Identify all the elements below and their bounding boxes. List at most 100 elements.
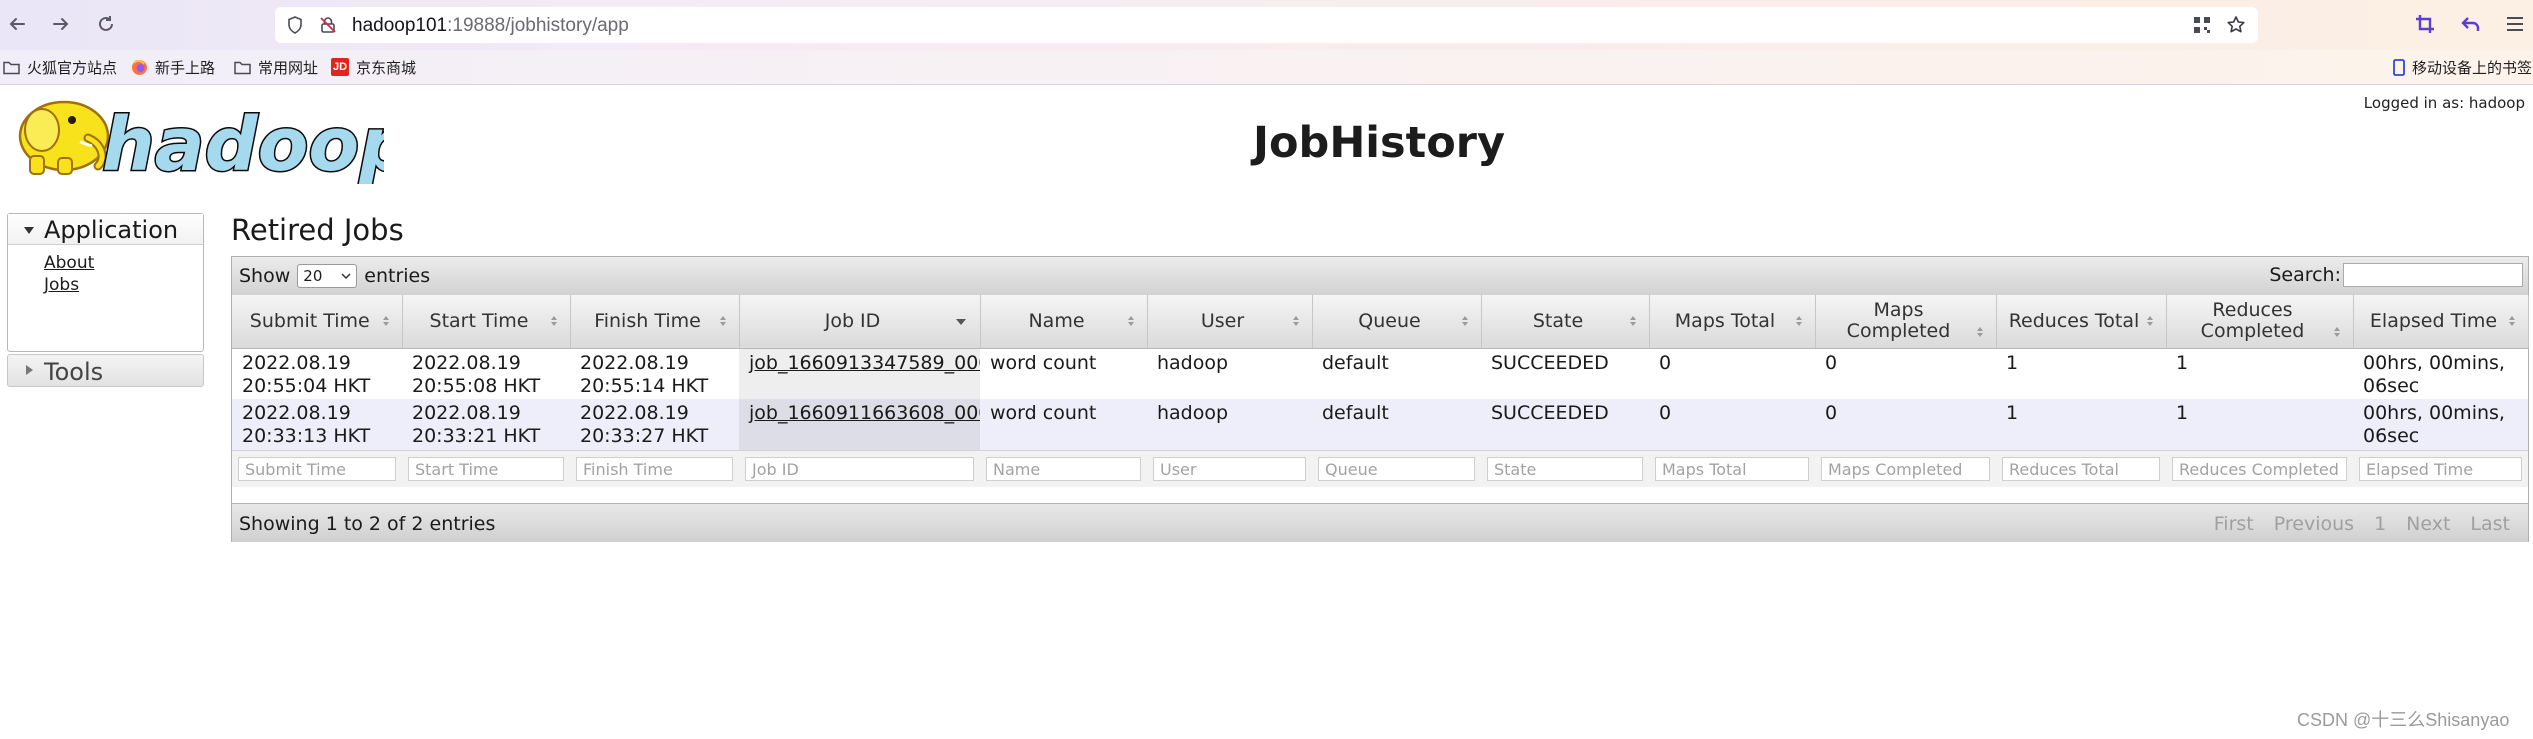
filter-cell: Elapsed Time (2353, 449, 2528, 487)
filter-state[interactable]: State (1487, 456, 1643, 481)
first-page-button[interactable]: First (2214, 513, 2254, 535)
address-bar[interactable]: hadoop101:19888/jobhistory/app (275, 7, 2258, 43)
menu-icon[interactable] (2502, 11, 2528, 37)
sort-both-icon (382, 316, 390, 327)
search-input[interactable] (2343, 263, 2523, 287)
page-length-select[interactable]: 20 (297, 264, 358, 288)
column-header-maps-total[interactable]: Maps Total (1649, 295, 1816, 349)
chevron-down-icon (341, 272, 351, 279)
filter-submit-time[interactable]: Submit Time (238, 456, 396, 481)
filter-cell: Reduces Completed (2166, 449, 2353, 487)
bookmark-item[interactable]: 火狐官方站点 (3, 56, 117, 78)
filter-elapsed-time[interactable]: Elapsed Time (2359, 456, 2522, 481)
column-header-reduces-total[interactable]: Reduces Total (1996, 295, 2167, 349)
jobs-table: Submit Time Start Time Finish Time Job I… (232, 295, 2529, 487)
entries-label: entries (364, 265, 431, 287)
finish-clock: 20:55:14 HKT (580, 374, 709, 397)
mobile-device-icon (2393, 58, 2405, 76)
queue-cell: default (1312, 399, 1481, 450)
sort-both-icon (550, 316, 558, 327)
filter-finish-time[interactable]: Finish Time (576, 456, 733, 481)
forward-icon[interactable] (48, 11, 74, 37)
column-header-user[interactable]: User (1147, 295, 1313, 349)
reduces-completed-cell: 1 (2166, 348, 2353, 399)
sort-both-icon (1461, 316, 1469, 327)
filter-start-time[interactable]: Start Time (408, 456, 564, 481)
bookmark-item[interactable]: 新手上路 (131, 56, 215, 78)
job-id-link[interactable]: job_1660911663608_0003 (749, 402, 980, 424)
column-header-queue[interactable]: Queue (1312, 295, 1482, 349)
tools-header[interactable]: Tools (7, 354, 204, 387)
finish-time-cell: 2022.08.19 20:33:27 HKT (570, 399, 739, 450)
hadoop-logo[interactable]: hadoop (8, 94, 414, 190)
bookmark-item[interactable]: 常用网址 (234, 56, 318, 78)
column-label: Name (1028, 309, 1085, 332)
column-header-reduces-completed[interactable]: Reduces Completed (2166, 295, 2354, 349)
search-label: Search: (2269, 264, 2341, 286)
insecure-lock-icon[interactable] (318, 15, 338, 35)
next-page-button[interactable]: Next (2406, 513, 2450, 535)
column-label: Start Time (429, 309, 529, 332)
reload-icon[interactable] (93, 11, 119, 37)
finish-date: 2022.08.19 (580, 402, 689, 424)
filter-reduces-total[interactable]: Reduces Total (2002, 456, 2160, 481)
application-label: Application (44, 216, 179, 244)
tools-label: Tools (44, 358, 104, 386)
filter-maps-completed[interactable]: Maps Completed (1821, 456, 1990, 481)
back-icon[interactable] (4, 11, 30, 37)
elapsed-time-cell: 00hrs, 00mins, 06sec (2353, 399, 2528, 450)
about-link[interactable]: About (44, 252, 94, 274)
filter-name[interactable]: Name (986, 456, 1141, 481)
undo-icon[interactable] (2458, 11, 2484, 37)
show-label: Show (239, 265, 291, 287)
column-header-submit-time[interactable]: Submit Time (232, 295, 403, 349)
table-row: 2022.08.19 20:55:04 HKT 2022.08.19 20:55:0… (232, 348, 2528, 399)
page-length-control: Show 20 entries (239, 264, 430, 288)
url-text[interactable]: hadoop101:19888/jobhistory/app (352, 15, 629, 37)
submit-clock: 20:55:04 HKT (242, 374, 371, 397)
sort-desc-icon (955, 319, 966, 325)
shield-icon[interactable] (285, 15, 305, 35)
sort-both-icon (1629, 316, 1637, 327)
finish-date: 2022.08.19 (580, 351, 689, 374)
bookmark-star-icon[interactable] (2226, 15, 2246, 35)
sort-both-icon (1292, 316, 1300, 327)
column-label: Maps Total (1674, 309, 1776, 332)
page-1-button[interactable]: 1 (2374, 513, 2386, 535)
browser-toolbar: hadoop101:19888/jobhistory/app (0, 0, 2533, 50)
filter-job-id[interactable]: Job ID (745, 456, 974, 481)
jobs-link[interactable]: Jobs (44, 274, 94, 296)
previous-page-button[interactable]: Previous (2274, 513, 2354, 535)
column-header-finish-time[interactable]: Finish Time (570, 295, 740, 349)
qr-code-icon[interactable] (2192, 15, 2212, 35)
screenshot-crop-icon[interactable] (2412, 11, 2438, 37)
sort-both-icon (1795, 316, 1803, 327)
sort-both-icon (1127, 316, 1135, 327)
column-header-name[interactable]: Name (980, 295, 1148, 349)
column-header-start-time[interactable]: Start Time (402, 295, 571, 349)
maps-completed-cell: 0 (1815, 348, 1996, 399)
sort-both-icon (1976, 327, 1984, 338)
name-cell: word count (980, 399, 1147, 450)
finish-time-cell: 2022.08.19 20:55:14 HKT (570, 348, 739, 399)
filter-cell: User (1147, 449, 1312, 487)
filter-reduces-completed[interactable]: Reduces Completed (2172, 456, 2347, 481)
elapsed-line-1: 00hrs, 00mins, (2363, 402, 2505, 424)
column-header-job-id[interactable]: Job ID (739, 295, 981, 349)
column-header-elapsed-time[interactable]: Elapsed Time (2353, 295, 2529, 349)
filter-cell: Reduces Total (1996, 449, 2166, 487)
filter-user[interactable]: User (1153, 456, 1306, 481)
table-info: Showing 1 to 2 of 2 entries (239, 513, 496, 535)
column-header-state[interactable]: State (1481, 295, 1650, 349)
job-id-link[interactable]: job_1660913347589_0001 (749, 352, 980, 374)
filter-queue[interactable]: Queue (1318, 456, 1475, 481)
filter-maps-total[interactable]: Maps Total (1655, 456, 1809, 481)
last-page-button[interactable]: Last (2470, 513, 2510, 535)
bookmark-item[interactable]: JD 京东商城 (331, 56, 416, 78)
application-header[interactable]: Application (8, 214, 203, 245)
bookmark-label: 火狐官方站点 (27, 59, 118, 77)
start-time-cell: 2022.08.19 20:33:21 HKT (402, 399, 570, 450)
reduces-total-cell: 1 (1996, 348, 2166, 399)
column-header-maps-completed[interactable]: Maps Completed (1815, 295, 1997, 349)
mobile-bookmarks[interactable]: 移动设备上的书签 (2393, 56, 2532, 78)
